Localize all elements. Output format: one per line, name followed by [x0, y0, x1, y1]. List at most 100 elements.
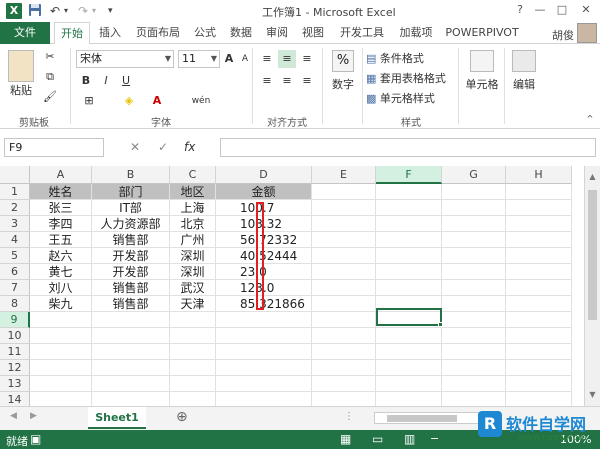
- tab-review[interactable]: 审阅: [262, 22, 292, 44]
- cell-e2[interactable]: [312, 200, 376, 216]
- restore-button[interactable]: □: [552, 2, 572, 18]
- sheet-tab-sheet1[interactable]: Sheet1: [88, 407, 146, 429]
- row-header-10[interactable]: 10: [0, 328, 30, 344]
- cell-f6[interactable]: [376, 264, 442, 280]
- row-header-6[interactable]: 6: [0, 264, 30, 280]
- cell-h5[interactable]: [506, 248, 572, 264]
- undo-icon[interactable]: ↶: [50, 3, 60, 19]
- cell-h3[interactable]: [506, 216, 572, 232]
- cell-b2[interactable]: IT部: [92, 200, 170, 216]
- copy-icon[interactable]: ⧉: [40, 68, 60, 86]
- cell-e3[interactable]: [312, 216, 376, 232]
- editing-button[interactable]: 编辑: [508, 76, 540, 94]
- row-header-7[interactable]: 7: [0, 280, 30, 296]
- cell-a2[interactable]: 张三: [30, 200, 92, 216]
- add-sheet-icon[interactable]: ⊕: [176, 409, 188, 425]
- cell-g8[interactable]: [442, 296, 506, 312]
- cell-c7[interactable]: 武汉: [170, 280, 216, 296]
- avatar[interactable]: [577, 23, 597, 43]
- column-header-h[interactable]: H: [506, 166, 572, 184]
- align-left-icon[interactable]: ≡: [258, 72, 276, 90]
- cell-d11[interactable]: [216, 344, 312, 360]
- cell-a3[interactable]: 李四: [30, 216, 92, 232]
- minimize-button[interactable]: —: [530, 2, 550, 18]
- column-header-f[interactable]: F: [376, 166, 442, 184]
- cell-h9[interactable]: [506, 312, 572, 328]
- tab-insert[interactable]: 插入: [94, 22, 126, 44]
- cell-d8[interactable]: 85.321866: [216, 296, 312, 312]
- tab-home[interactable]: 开始: [54, 22, 90, 45]
- cell-b11[interactable]: [92, 344, 170, 360]
- cell-c5[interactable]: 深圳: [170, 248, 216, 264]
- vertical-scrollbar[interactable]: ▲ ▼: [584, 166, 600, 406]
- sheet-scroll-divider-icon[interactable]: ⋮: [344, 411, 354, 422]
- align-top-icon[interactable]: ≡: [258, 50, 276, 68]
- cell-d1[interactable]: 金额: [216, 184, 312, 200]
- cell-g7[interactable]: [442, 280, 506, 296]
- cell-e5[interactable]: [312, 248, 376, 264]
- cell-f2[interactable]: [376, 200, 442, 216]
- cell-h4[interactable]: [506, 232, 572, 248]
- cell-g11[interactable]: [442, 344, 506, 360]
- cell-e8[interactable]: [312, 296, 376, 312]
- cell-g4[interactable]: [442, 232, 506, 248]
- paste-icon[interactable]: [8, 50, 34, 82]
- cell-c10[interactable]: [170, 328, 216, 344]
- redo-dropdown-icon[interactable]: ▾: [92, 3, 96, 19]
- cell-b9[interactable]: [92, 312, 170, 328]
- tab-powerpivot[interactable]: POWERPIVOT: [442, 22, 522, 44]
- column-header-b[interactable]: B: [92, 166, 170, 184]
- cell-d10[interactable]: [216, 328, 312, 344]
- cell-e7[interactable]: [312, 280, 376, 296]
- zoom-out-icon[interactable]: −: [430, 432, 439, 445]
- cell-f4[interactable]: [376, 232, 442, 248]
- cell-d7[interactable]: 123.0: [216, 280, 312, 296]
- cell-d5[interactable]: 40.52444: [216, 248, 312, 264]
- cell-styles-button[interactable]: ▩ 单元格样式: [366, 90, 456, 108]
- align-bottom-icon[interactable]: ≡: [298, 50, 316, 68]
- cancel-icon[interactable]: ✕: [130, 140, 140, 154]
- cell-d6[interactable]: 23.0: [216, 264, 312, 280]
- font-size-select[interactable]: 11 ▼: [178, 50, 220, 68]
- selected-cell[interactable]: [376, 308, 442, 326]
- tab-formulas[interactable]: 公式: [190, 22, 220, 44]
- tab-view[interactable]: 视图: [298, 22, 328, 44]
- cell-h2[interactable]: [506, 200, 572, 216]
- cell-b10[interactable]: [92, 328, 170, 344]
- cell-f5[interactable]: [376, 248, 442, 264]
- row-header-4[interactable]: 4: [0, 232, 30, 248]
- align-middle-icon[interactable]: ≡: [278, 50, 296, 68]
- cell-a4[interactable]: 王五: [30, 232, 92, 248]
- fill-handle[interactable]: [438, 322, 443, 327]
- cell-h6[interactable]: [506, 264, 572, 280]
- row-header-9[interactable]: 9: [0, 312, 30, 328]
- cell-a7[interactable]: 刘八: [30, 280, 92, 296]
- tab-file[interactable]: 文件: [0, 22, 50, 44]
- cells-icon[interactable]: [470, 50, 494, 72]
- row-header-5[interactable]: 5: [0, 248, 30, 264]
- cell-d9[interactable]: [216, 312, 312, 328]
- cell-e11[interactable]: [312, 344, 376, 360]
- cell-c9[interactable]: [170, 312, 216, 328]
- cell-a9[interactable]: [30, 312, 92, 328]
- grow-font-button[interactable]: A: [222, 50, 236, 68]
- cell-c6[interactable]: 深圳: [170, 264, 216, 280]
- cell-h7[interactable]: [506, 280, 572, 296]
- prev-sheet-icon[interactable]: ◀: [10, 411, 17, 421]
- cell-c4[interactable]: 广州: [170, 232, 216, 248]
- page-layout-view-icon[interactable]: ▭: [372, 432, 383, 446]
- cell-e13[interactable]: [312, 376, 376, 392]
- cell-a1[interactable]: 姓名: [30, 184, 92, 200]
- scrollbar-thumb[interactable]: [588, 190, 597, 320]
- customize-qat-icon[interactable]: ▾: [108, 3, 113, 19]
- cell-e12[interactable]: [312, 360, 376, 376]
- cell-h13[interactable]: [506, 376, 572, 392]
- phonetic-button[interactable]: wén: [186, 92, 216, 110]
- row-header-3[interactable]: 3: [0, 216, 30, 232]
- cell-f1[interactable]: [376, 184, 442, 200]
- column-header-e[interactable]: E: [312, 166, 376, 184]
- cell-f12[interactable]: [376, 360, 442, 376]
- next-sheet-icon[interactable]: ▶: [30, 411, 37, 421]
- scroll-down-icon[interactable]: ▼: [587, 390, 598, 399]
- redo-icon[interactable]: ↷: [78, 3, 88, 19]
